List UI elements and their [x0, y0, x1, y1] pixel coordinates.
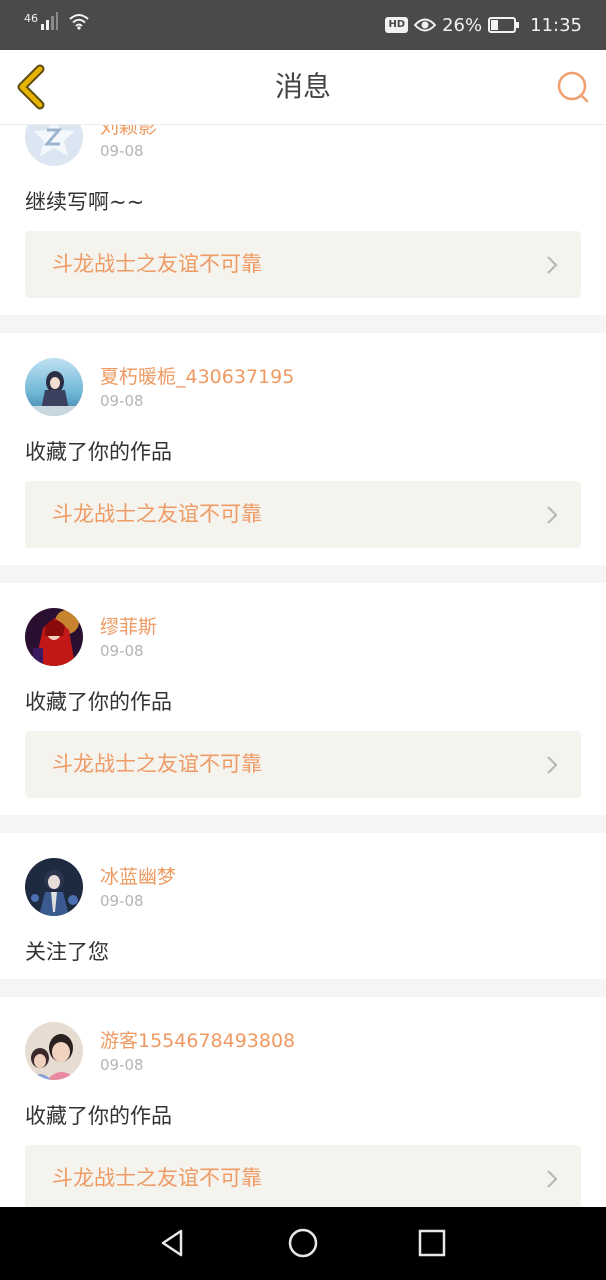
- divider: [0, 815, 606, 833]
- username[interactable]: 冰蓝幽梦: [100, 862, 176, 889]
- status-bar-left: 46: [24, 12, 90, 30]
- battery-icon: [488, 17, 520, 33]
- work-link[interactable]: 斗龙战士之友谊不可靠: [25, 731, 581, 798]
- avatar[interactable]: [25, 1022, 83, 1080]
- network-type-label: 46: [24, 12, 38, 25]
- photo-avatar: [25, 1022, 83, 1080]
- message-list[interactable]: 刘颖影 09-08 继续写啊~~ 斗龙战士之友谊不可靠 夏朽暖栀_4306371…: [0, 125, 606, 1207]
- status-bar: 46 HD 26% 11:35: [0, 0, 606, 50]
- search-icon: [557, 71, 589, 103]
- work-title: 斗龙战士之友谊不可靠: [52, 1166, 262, 1190]
- message-card[interactable]: 夏朽暖栀_430637195 09-08 收藏了你的作品 斗龙战士之友谊不可靠: [0, 333, 606, 565]
- eye-icon: [414, 18, 437, 32]
- nav-recents-button[interactable]: [414, 1225, 450, 1261]
- work-title: 斗龙战士之友谊不可靠: [52, 752, 262, 776]
- chevron-right-icon: [547, 756, 558, 774]
- square-recents-icon: [418, 1229, 446, 1257]
- nav-back-button[interactable]: [155, 1225, 191, 1261]
- status-bar-right: HD 26% 11:35: [385, 0, 582, 50]
- dark-character-avatar: [25, 858, 83, 916]
- avatar[interactable]: [25, 125, 83, 166]
- message-card[interactable]: 游客1554678493808 09-08 收藏了你的作品 斗龙战士之友谊不可靠: [0, 997, 606, 1207]
- message-text: 收藏了你的作品: [25, 690, 172, 714]
- message-text: 收藏了你的作品: [25, 440, 172, 464]
- avatar[interactable]: [25, 858, 83, 916]
- work-title: 斗龙战士之友谊不可靠: [52, 502, 262, 526]
- message-date: 09-08: [100, 1056, 144, 1074]
- message-list-content: 刘颖影 09-08 继续写啊~~ 斗龙战士之友谊不可靠 夏朽暖栀_4306371…: [0, 125, 606, 1207]
- app-header: 消息: [0, 50, 606, 125]
- work-link[interactable]: 斗龙战士之友谊不可靠: [25, 481, 581, 548]
- message-date: 09-08: [100, 392, 144, 410]
- triangle-back-icon: [161, 1229, 183, 1257]
- work-link[interactable]: 斗龙战士之友谊不可靠: [25, 1145, 581, 1207]
- default-avatar-icon: [25, 125, 83, 166]
- divider: [0, 565, 606, 583]
- signal-icon: [41, 12, 58, 30]
- nav-home-button[interactable]: [285, 1225, 321, 1261]
- username[interactable]: 缪菲斯: [100, 612, 157, 639]
- username[interactable]: 刘颖影: [100, 125, 157, 139]
- divider: [0, 315, 606, 333]
- chevron-right-icon: [547, 1170, 558, 1188]
- message-date: 09-08: [100, 892, 144, 910]
- wifi-icon: [69, 14, 89, 30]
- message-text: 收藏了你的作品: [25, 1104, 172, 1128]
- message-card[interactable]: 缪菲斯 09-08 收藏了你的作品 斗龙战士之友谊不可靠: [0, 583, 606, 815]
- avatar[interactable]: [25, 358, 83, 416]
- circle-home-icon: [288, 1228, 318, 1258]
- username[interactable]: 夏朽暖栀_430637195: [100, 362, 294, 389]
- chevron-right-icon: [547, 506, 558, 524]
- message-card[interactable]: 冰蓝幽梦 09-08 关注了您: [0, 833, 606, 979]
- work-link[interactable]: 斗龙战士之友谊不可靠: [25, 231, 581, 298]
- message-date: 09-08: [100, 642, 144, 660]
- system-nav-bar: [0, 1207, 606, 1280]
- page-title: 消息: [274, 70, 331, 103]
- message-text: 关注了您: [25, 940, 109, 964]
- battery-percent: 26%: [442, 14, 483, 36]
- red-character-avatar: [25, 608, 83, 666]
- message-date: 09-08: [100, 142, 144, 160]
- divider: [0, 979, 606, 997]
- username[interactable]: 游客1554678493808: [100, 1026, 295, 1053]
- work-title: 斗龙战士之友谊不可靠: [52, 252, 262, 276]
- message-text: 继续写啊~~: [25, 190, 145, 214]
- anime-girl-avatar: [25, 358, 83, 416]
- chevron-right-icon: [547, 256, 558, 274]
- hd-badge: HD: [385, 17, 409, 33]
- message-card[interactable]: 刘颖影 09-08 继续写啊~~ 斗龙战士之友谊不可靠: [0, 125, 606, 315]
- clock-time: 11:35: [530, 14, 582, 36]
- search-button[interactable]: [554, 68, 592, 106]
- avatar[interactable]: [25, 608, 83, 666]
